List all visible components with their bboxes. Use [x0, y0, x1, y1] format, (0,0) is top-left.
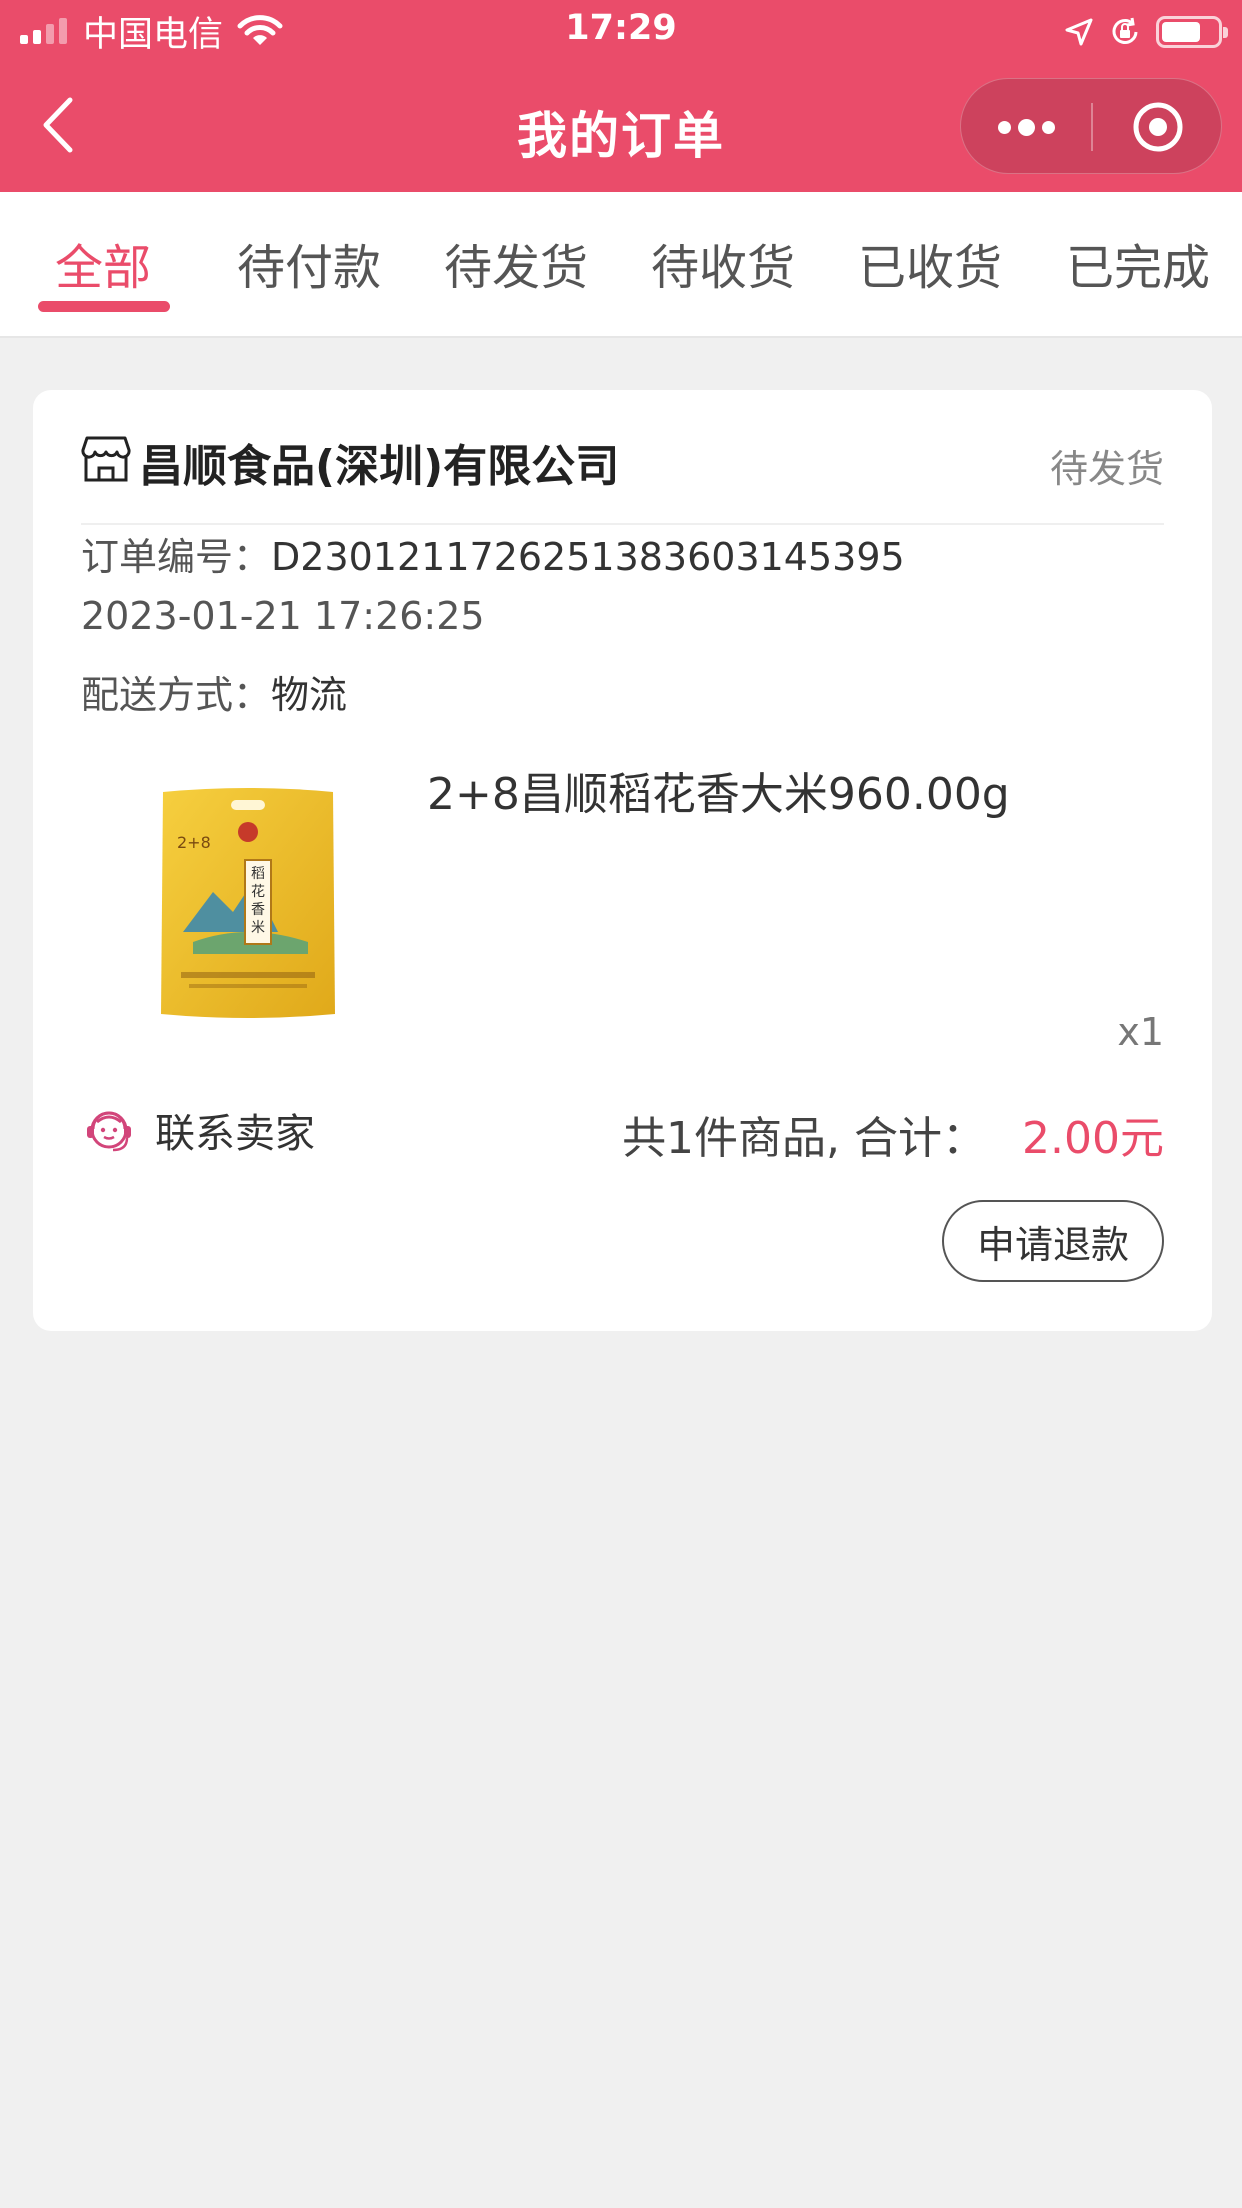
bag-label-char: 香 [251, 902, 265, 918]
product-image[interactable]: 2+8 稻 花 香 米 [153, 782, 343, 1022]
tab-active-indicator [38, 301, 170, 312]
apply-refund-button[interactable]: 申请退款 [942, 1200, 1164, 1282]
mini-program-capsule [960, 78, 1222, 174]
summary-label: 共1件商品, 合计： [622, 1113, 987, 1164]
rotation-lock-icon [1112, 17, 1138, 44]
delivery-row: 配送方式：物流 [81, 664, 347, 719]
order-number-row: 订单编号：D230121172625138360314​5395 [81, 526, 905, 581]
shop-row: 昌顺食品(深圳)有限公司 待发货 [81, 430, 1164, 525]
order-summary: 共1件商品, 合计： 2.00元 [622, 1102, 1164, 1166]
more-menu-button[interactable] [961, 79, 1091, 175]
close-mini-program-button[interactable] [1093, 79, 1223, 175]
store-icon [81, 436, 131, 482]
bag-label-char: 稻 [251, 866, 265, 882]
more-dot-icon [1041, 120, 1055, 134]
tab-received[interactable]: 已收货 [835, 228, 1025, 298]
order-number: D230121172625138360314​5395 [271, 535, 905, 579]
bag-label-char: 米 [251, 920, 265, 936]
delivery-method: 物流 [271, 673, 348, 717]
contact-seller-button[interactable]: 联系卖家 [81, 1100, 315, 1160]
delivery-label: 配送方式： [81, 673, 272, 717]
tab-completed[interactable]: 已完成 [1043, 228, 1233, 298]
order-status: 待发货 [1049, 447, 1164, 491]
order-card[interactable]: 昌顺食品(深圳)有限公司 待发货 订单编号：D23012117262513836… [33, 390, 1212, 1331]
status-right [1064, 12, 1228, 52]
product-name[interactable]: 2+8昌顺稻花香大米960.00g [427, 758, 1010, 822]
header: 中国电信 17:29 我的订单 [0, 0, 1242, 192]
tab-pending-payment[interactable]: 待付款 [214, 228, 404, 298]
status-time: 17:29 [565, 8, 677, 48]
customer-service-icon [87, 1111, 131, 1152]
product-quantity: x1 [1117, 1010, 1164, 1054]
bag-brand-mark: 2+8 [177, 833, 211, 852]
battery-icon [1156, 16, 1228, 48]
bag-label-char: 花 [251, 884, 265, 900]
order-number-label: 订单编号： [81, 535, 272, 579]
order-total: 2.00元 [1022, 1113, 1164, 1164]
order-tabs: 全部 待付款 待发货 待收货 已收货 已完成 [0, 192, 1242, 338]
status-bar: 中国电信 17:29 [0, 0, 1242, 62]
battery-level [1162, 22, 1200, 42]
contact-seller-label: 联系卖家 [155, 1111, 315, 1157]
tab-pending-shipment[interactable]: 待发货 [421, 228, 611, 298]
location-arrow-icon [1065, 18, 1093, 46]
order-datetime: 2023-01-21 17:26:25 [81, 594, 485, 638]
more-dot-icon [1017, 118, 1035, 136]
more-dot-icon [997, 120, 1011, 134]
tab-pending-receipt[interactable]: 待收货 [628, 228, 818, 298]
target-circle-icon [1133, 102, 1183, 152]
shop-name[interactable]: 昌顺食品(深圳)有限公司 [139, 430, 619, 494]
tab-all[interactable]: 全部 [8, 228, 198, 298]
